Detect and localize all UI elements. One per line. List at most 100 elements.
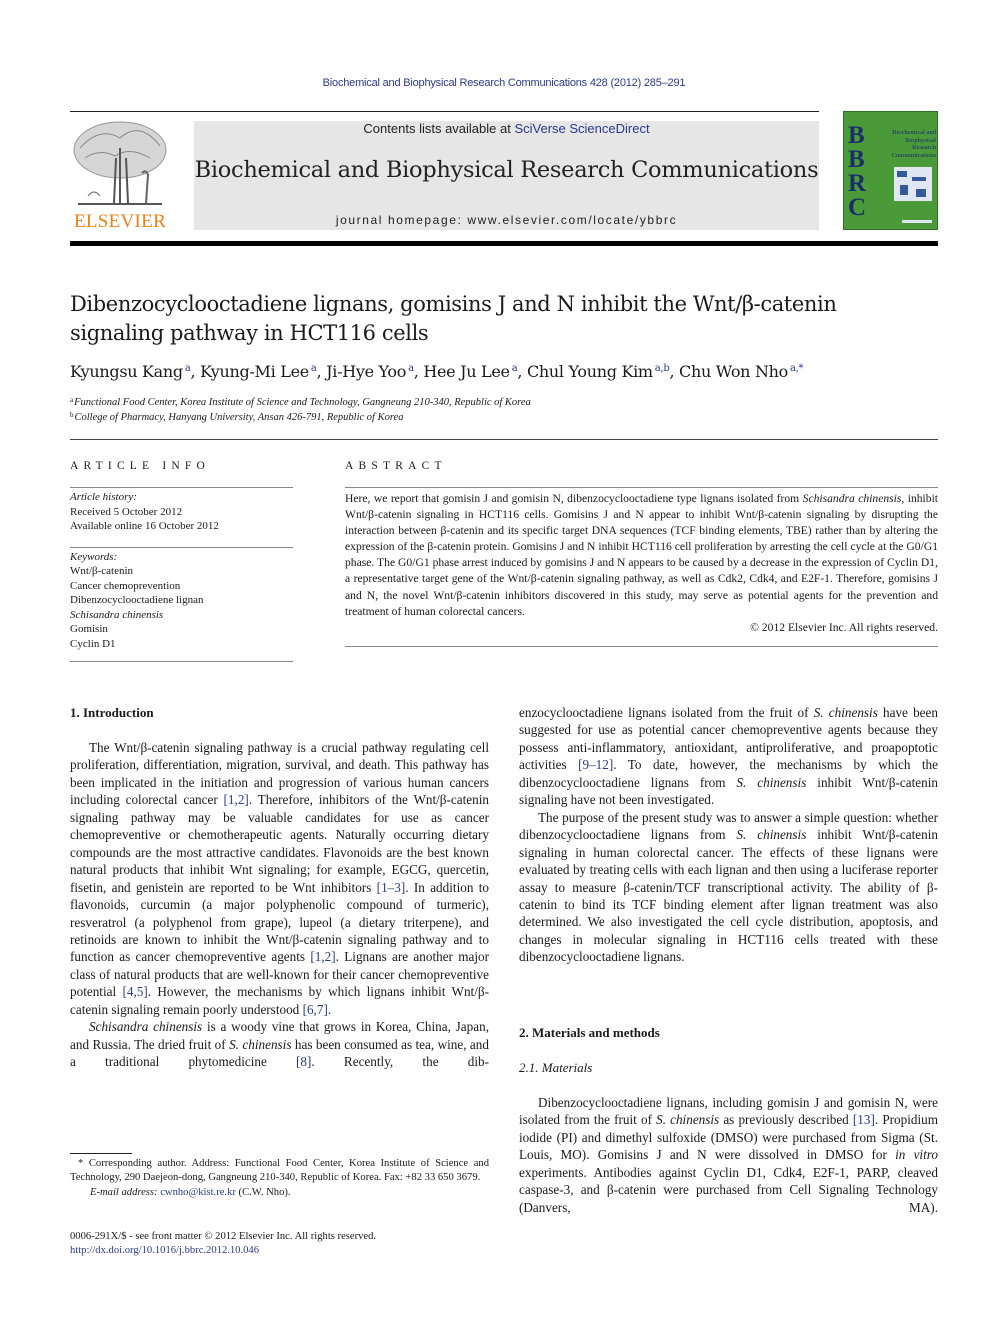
journal-title: Biochemical and Biophysical Research Com… xyxy=(194,157,819,183)
cover-bbrc-letters: B B R C xyxy=(848,122,867,221)
affiliation-mark[interactable]: a xyxy=(311,363,317,374)
keyword: Wnt/β-catenin xyxy=(70,565,134,577)
tree-icon xyxy=(73,121,167,205)
text-run: inhibit Wnt/β-catenin signaling in human… xyxy=(519,827,938,965)
affiliation-text: College of Pharmacy, Hanyang University,… xyxy=(74,412,404,423)
affiliation-mark[interactable]: a,* xyxy=(790,363,804,374)
keywords: Keywords: Wnt/β-catenin Cancer chemoprev… xyxy=(70,550,293,652)
affiliation-mark[interactable]: a xyxy=(512,363,518,374)
species-name: S. chinensis xyxy=(656,1112,720,1128)
elsevier-logo[interactable]: ELSEVIER xyxy=(70,118,170,233)
author[interactable]: Ji-Hye Yoo a xyxy=(326,362,414,381)
author[interactable]: Kyungsu Kang a xyxy=(70,362,191,381)
contents-line: Contents lists available at SciVerse Sci… xyxy=(194,121,819,136)
affiliation-mark[interactable]: a xyxy=(408,363,414,374)
article-info-heading: ARTICLE INFO xyxy=(70,460,210,472)
available-date: Available online 16 October 2012 xyxy=(70,520,219,532)
keyword: Schisandra chinensis xyxy=(70,608,164,621)
section-heading-methods: 2. Materials and methods xyxy=(519,1025,660,1040)
author[interactable]: Kyung-Mi Lee a xyxy=(200,362,317,381)
header-thick-divider xyxy=(70,241,938,246)
cover-title-line: Biochemical and xyxy=(892,129,936,136)
journal-citation[interactable]: Biochemical and Biophysical Research Com… xyxy=(0,77,992,89)
abstract: ABSTRACT Here, we report that gomisin J … xyxy=(345,460,938,647)
article-title-line: Dibenzocyclooctadiene lignans, gomisins … xyxy=(70,292,837,316)
sciencedirect-link[interactable]: SciVerse ScienceDirect xyxy=(514,121,649,136)
elsevier-wordmark: ELSEVIER xyxy=(73,211,167,232)
homepage-prefix: journal homepage: xyxy=(335,213,468,227)
homepage-line: journal homepage: www.elsevier.com/locat… xyxy=(194,213,819,227)
affiliation: bCollege of Pharmacy, Hanyang University… xyxy=(70,411,940,423)
title-divider xyxy=(70,439,938,440)
italic-term: in vitro xyxy=(895,1147,938,1163)
article-title-line: signaling pathway in HCT116 cells xyxy=(70,321,429,345)
author-name: Chul Young Kim xyxy=(526,362,653,381)
homepage-link[interactable]: www.elsevier.com/locate/ybbrc xyxy=(467,213,677,227)
author[interactable]: Chul Young Kim a,b xyxy=(527,362,670,381)
species-name: Schisandra chinensis xyxy=(89,1019,203,1035)
section-heading-introduction: 1. Introduction xyxy=(70,705,154,720)
divider xyxy=(345,645,938,647)
affiliation-mark[interactable]: a,b xyxy=(655,363,670,374)
email-suffix: (C.W. Nho). xyxy=(235,1186,291,1198)
abstract-heading: ABSTRACT xyxy=(345,460,447,472)
reference-link[interactable]: [4,5] xyxy=(122,984,147,999)
body-column-left: The Wnt/β-catenin signaling pathway is a… xyxy=(70,739,489,1071)
reference-link[interactable]: [13] xyxy=(853,1112,875,1127)
paragraph: The Wnt/β-catenin signaling pathway is a… xyxy=(70,739,489,1018)
cover-title: Biochemical and Biophysical Research Com… xyxy=(880,129,936,159)
cover-letter: B xyxy=(848,146,865,173)
divider xyxy=(70,661,293,662)
author[interactable]: Hee Ju Lee a xyxy=(423,362,517,381)
cover-artwork xyxy=(894,167,932,201)
author-name: Chu Won Nho xyxy=(679,362,788,381)
history-label: Article history: xyxy=(70,491,137,503)
paragraph: Schisandra chinensis is a woody vine tha… xyxy=(70,1018,489,1070)
text-run: experiments. Antibodies against Cyclin D… xyxy=(519,1164,938,1215)
divider xyxy=(345,487,938,488)
materials-text: Dibenzocyclooctadiene lignans, including… xyxy=(519,1094,938,1216)
corresponding-author-note: * Corresponding author. Address: Functio… xyxy=(70,1158,489,1184)
issn-line: 0006-291X/$ - see front matter © 2012 El… xyxy=(70,1231,377,1242)
footnotes: * Corresponding author. Address: Functio… xyxy=(70,1157,489,1200)
copyright: © 2012 Elsevier Inc. All rights reserved… xyxy=(750,620,938,634)
species-name: Schisandra chinensis xyxy=(802,492,902,505)
subsection-heading-materials: 2.1. Materials xyxy=(519,1060,593,1075)
author[interactable]: Chu Won Nho a,* xyxy=(679,362,804,381)
reference-link[interactable]: [1–3] xyxy=(377,880,406,895)
keyword: Cancer chemoprevention xyxy=(70,579,181,592)
cover-title-line: Communications xyxy=(891,151,936,159)
text-run: . xyxy=(327,1001,332,1017)
reference-link[interactable]: [1,2] xyxy=(224,792,249,807)
keyword: Gomisin xyxy=(70,623,108,635)
cover-title-line: Research xyxy=(912,144,936,151)
text-run: , inhibit Wnt/β-catenin signaling in HCT… xyxy=(345,492,939,618)
keywords-label: Keywords: xyxy=(70,550,118,563)
body-column-right: enzocyclooctadiene lignans isolated from… xyxy=(519,704,938,966)
keyword: Cyclin D1 xyxy=(70,637,116,650)
article-info: ARTICLE INFO Article history: Received 5… xyxy=(70,460,293,662)
reference-link[interactable]: [1,2] xyxy=(310,949,335,964)
cover-title-line: Biophysical xyxy=(904,136,936,144)
reference-link[interactable]: [9–12] xyxy=(578,757,613,772)
species-name: S. chinensis xyxy=(736,827,807,843)
journal-cover[interactable]: B B R C Biochemical and Biophysical Rese… xyxy=(843,111,938,230)
cover-letter: C xyxy=(848,194,867,221)
cover-footer xyxy=(902,220,932,223)
doi-link[interactable]: http://dx.doi.org/10.1016/j.bbrc.2012.10… xyxy=(70,1245,259,1256)
footnote-divider xyxy=(70,1153,132,1154)
text-run: enzocyclooctadiene lignans isolated from… xyxy=(519,705,814,720)
reference-link[interactable]: [8] xyxy=(296,1054,311,1069)
email-line: E-mail address: cwnho@kist.re.kr (C.W. N… xyxy=(70,1186,489,1200)
author-name: Kyung-Mi Lee xyxy=(200,362,309,381)
affiliation-text: Functional Food Center, Korea Institute … xyxy=(74,397,531,408)
header-divider xyxy=(70,111,819,112)
divider xyxy=(70,487,293,488)
affiliation-mark[interactable]: a xyxy=(185,363,191,374)
article-title: Dibenzocyclooctadiene lignans, gomisins … xyxy=(70,290,940,348)
article-history: Article history: Received 5 October 2012… xyxy=(70,490,293,534)
cover-letter: B xyxy=(848,122,865,149)
contents-prefix: Contents lists available at xyxy=(363,121,515,136)
reference-link[interactable]: [6,7] xyxy=(303,1002,328,1017)
email-link[interactable]: cwnho@kist.re.kr xyxy=(160,1187,236,1198)
